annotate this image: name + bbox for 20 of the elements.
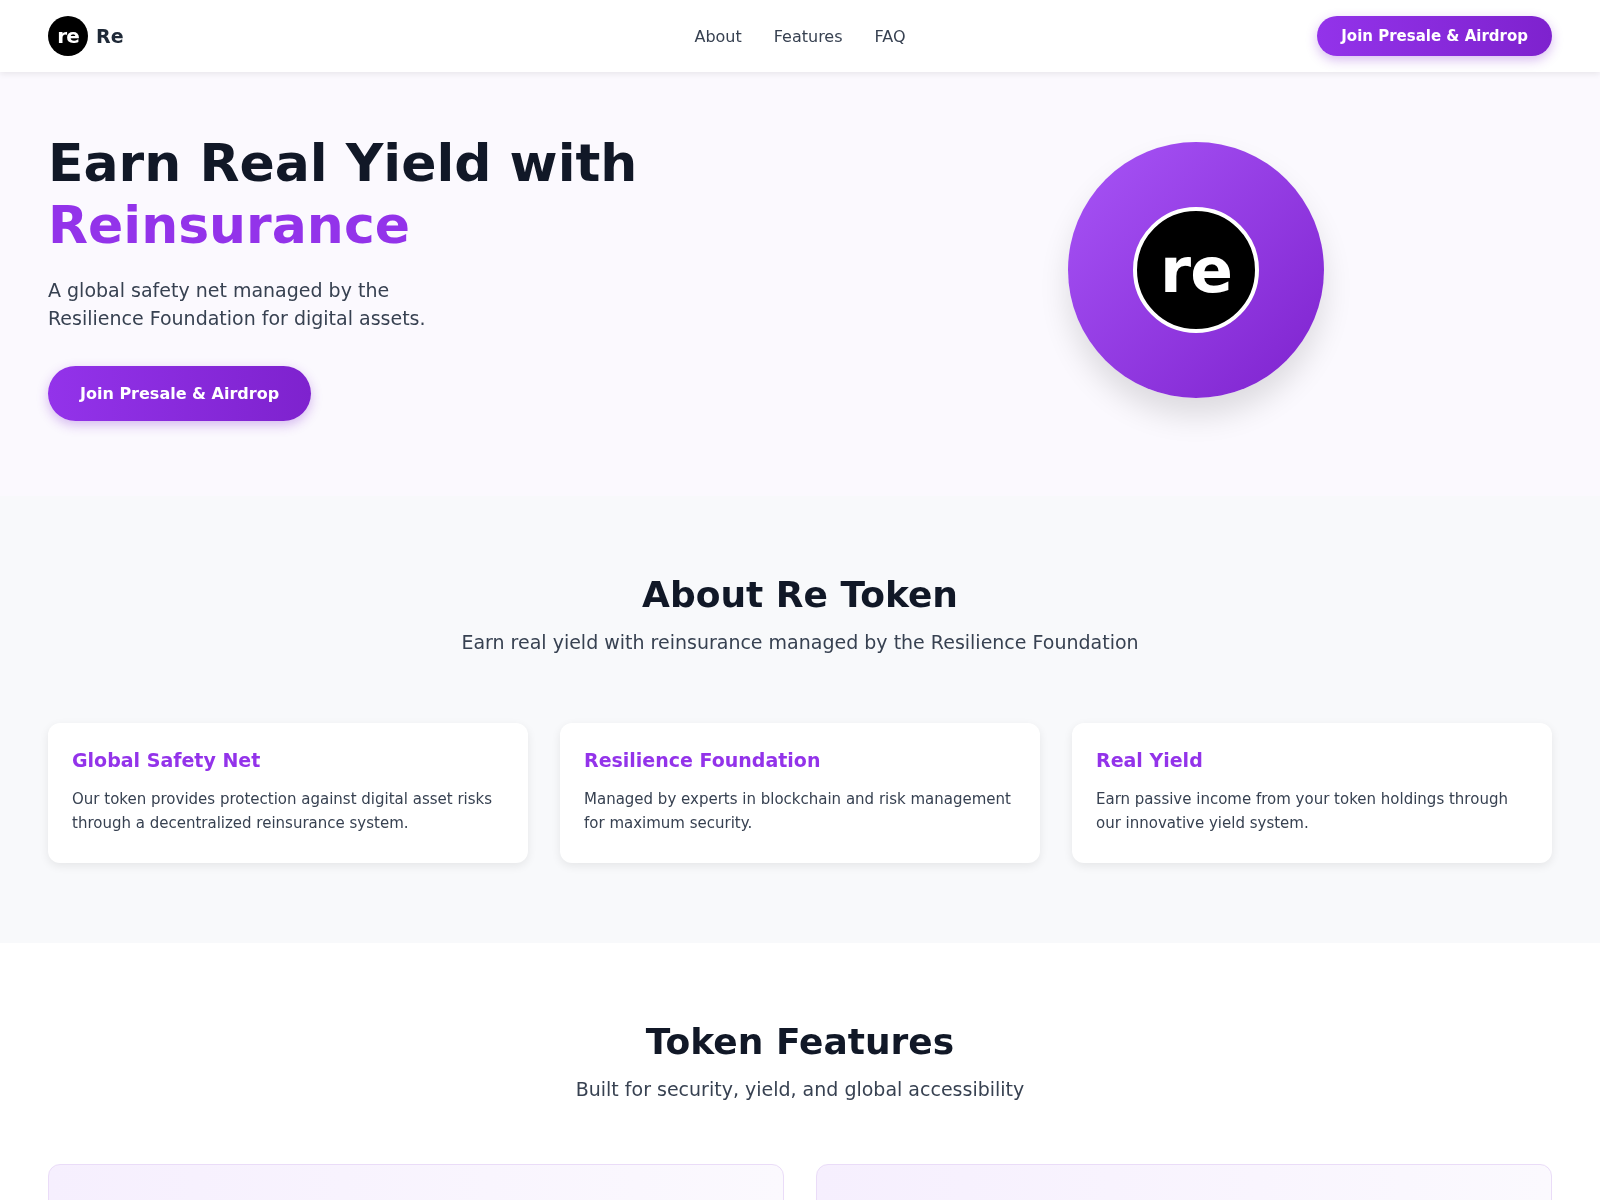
- card-title: Real Yield: [1096, 749, 1204, 771]
- card-text: Our token provides protection against digital asset risks through a decentralized reinsurance system.: [72, 789, 494, 834]
- card-text: Managed by experts in blockchain and risk management for maximum security.: [584, 789, 1012, 834]
- token-logo: re: [1133, 207, 1259, 333]
- brand-name: Re: [96, 25, 124, 47]
- hero-title: Earn Real Yield with Reinsurance: [48, 132, 639, 256]
- presale-button[interactable]: Join Presale & Airdrop: [1317, 16, 1552, 56]
- card-title: Global Safety Net: [72, 749, 262, 771]
- nav-link[interactable]: FAQ: [874, 26, 906, 46]
- section-subtitle: Earn real yield with reinsurance managed by the Resilience Foundation: [460, 631, 1140, 653]
- logo[interactable]: re: [48, 16, 88, 56]
- hero-subtitle: A global safety net managed by the Resilience Foundation for digital assets.: [48, 278, 427, 331]
- presale-button[interactable]: Join Presale & Airdrop: [48, 366, 312, 421]
- section-title: About Re Token: [641, 574, 959, 615]
- section-subtitle: Built for security, yield, and global accessibility: [574, 1078, 1026, 1100]
- card-text: Earn passive income from your token holdings through our innovative yield system.: [1096, 789, 1509, 834]
- nav-link[interactable]: About: [694, 26, 742, 46]
- section-title: Token Features: [644, 1021, 956, 1062]
- nav-link[interactable]: Features: [773, 26, 843, 46]
- card-title: Resilience Foundation: [584, 749, 822, 771]
